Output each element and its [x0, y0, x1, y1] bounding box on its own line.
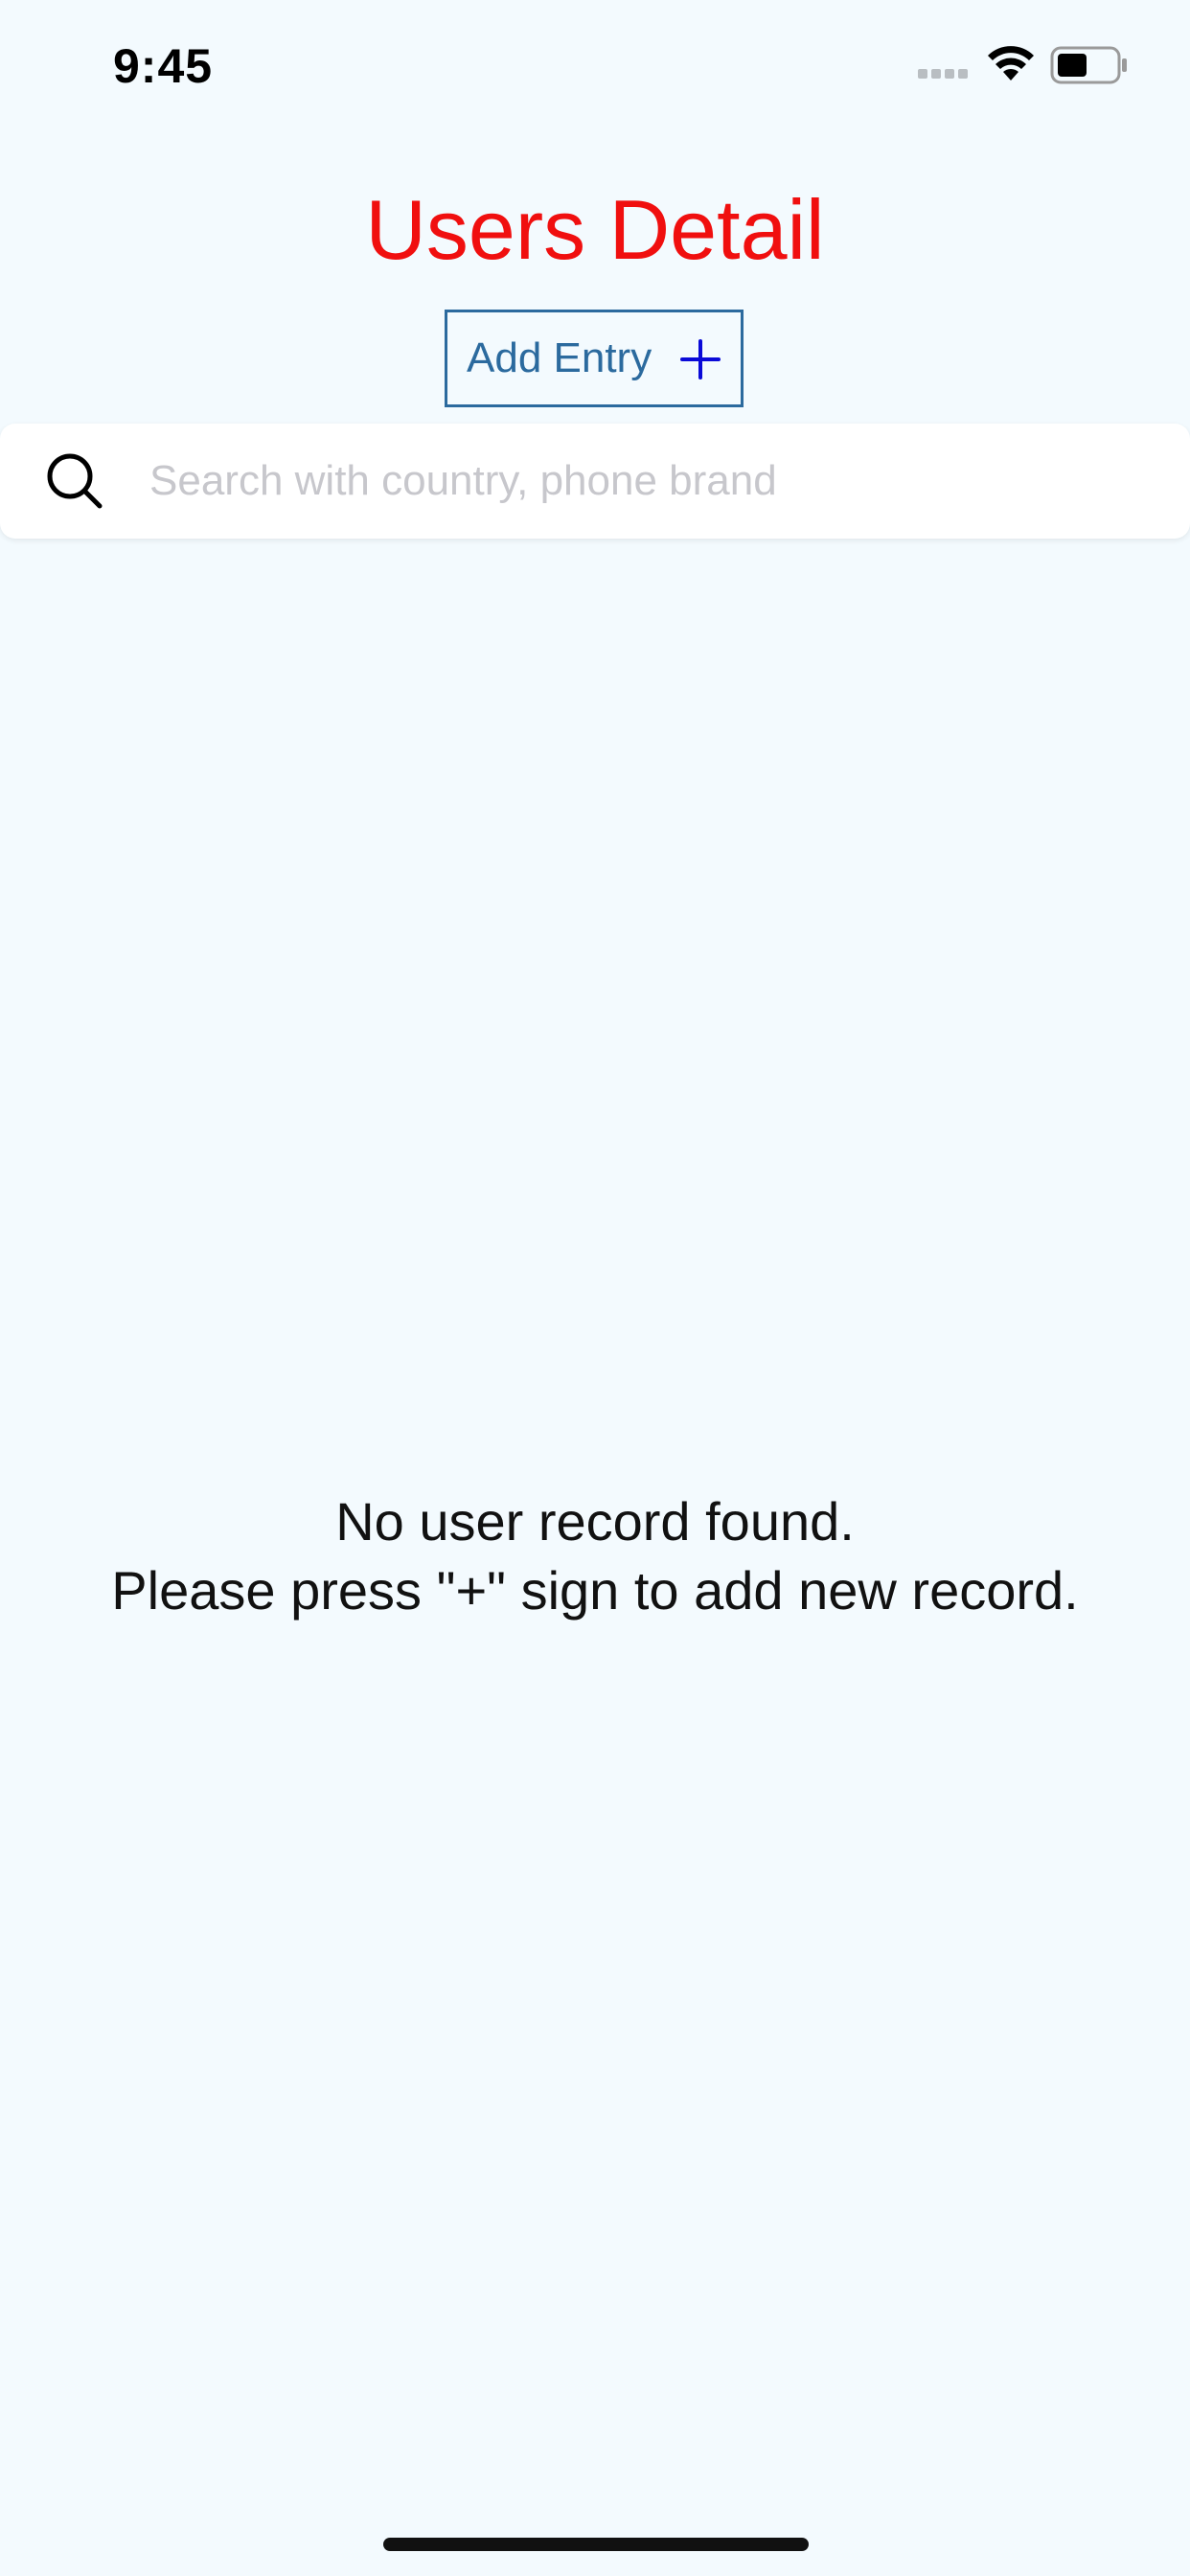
battery-icon — [1050, 46, 1127, 84]
search-bar — [0, 424, 1190, 539]
search-input[interactable] — [149, 443, 1165, 519]
search-icon — [47, 453, 103, 509]
page-title: Users Detail — [365, 182, 825, 277]
plus-icon — [680, 339, 721, 380]
empty-state-line-2: Please press "+" sign to add new record. — [111, 1560, 1079, 1621]
status-time: 9:45 — [113, 39, 214, 93]
empty-state-message: No user record found. Please press "+" s… — [0, 1487, 1190, 1625]
status-bar: 9:45 — [0, 0, 1190, 126]
add-entry-label: Add Entry — [467, 334, 652, 381]
add-entry-button[interactable]: Add Entry — [445, 310, 744, 407]
signal-icon — [918, 69, 968, 79]
empty-state-line-1: No user record found. — [335, 1491, 855, 1552]
wifi-icon — [988, 46, 1034, 80]
home-indicator[interactable] — [383, 2538, 809, 2551]
